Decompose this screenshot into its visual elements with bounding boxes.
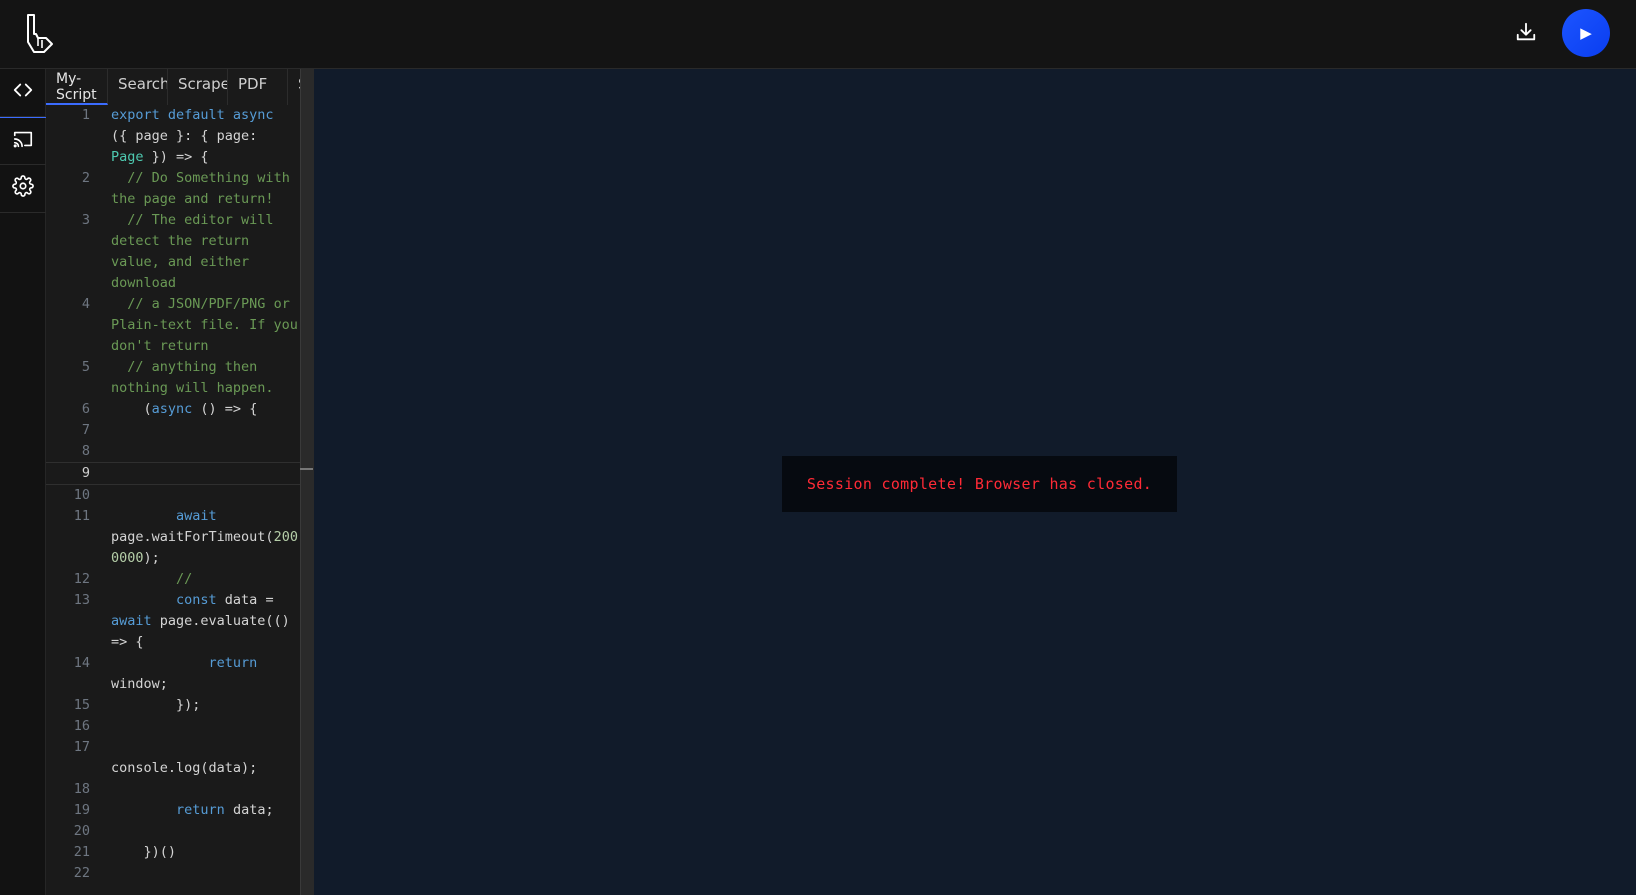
line-number: 20: [73, 823, 90, 839]
code-editor[interactable]: My-Script Search Scrape PDF Screenshot 1…: [46, 69, 300, 895]
download-button[interactable]: [1508, 16, 1544, 52]
line-text: });: [111, 697, 201, 713]
gear-icon: [12, 175, 34, 202]
code-line: 1 export default async ({ page }: { page…: [46, 105, 300, 168]
line-text: const data = await page.evaluate(() => {: [111, 592, 298, 650]
line-text: export default async ({ page }: { page: …: [111, 107, 274, 165]
line-text: (async () => {: [111, 401, 258, 417]
line-text: return data;: [111, 802, 274, 818]
code-lines[interactable]: 1 export default async ({ page }: { page…: [46, 105, 300, 884]
line-number: 6: [81, 401, 90, 417]
line-number: 22: [73, 865, 90, 881]
line-number: 15: [73, 697, 90, 713]
line-text: [90, 716, 300, 737]
line-text: await page.waitForTimeout(2000000);: [111, 508, 298, 566]
session-status-message: Session complete! Browser has closed.: [782, 456, 1177, 512]
code-line: 6 (async () => {: [46, 399, 300, 420]
code-line: 3 // The editor will detect the return v…: [46, 210, 300, 294]
code-line: 14 return window;: [46, 653, 300, 695]
code-line: 16: [46, 716, 300, 737]
line-text: [90, 779, 300, 800]
line-number: 10: [73, 487, 90, 503]
sidebar: [0, 69, 46, 895]
code-line: 21 })(): [46, 842, 300, 863]
line-text: [90, 420, 300, 441]
code-line: 11 await page.waitForTimeout(2000000);: [46, 506, 300, 569]
line-number: 4: [81, 296, 90, 312]
code-line: 8: [46, 441, 300, 462]
code-line: 13 const data = await page.evaluate(() =…: [46, 590, 300, 653]
line-text: console.log(data);: [111, 739, 258, 776]
script-tabs: My-Script Search Scrape PDF Screenshot: [46, 69, 300, 105]
line-text: [90, 821, 300, 842]
run-button[interactable]: ▶: [1562, 9, 1610, 57]
top-bar: ▶: [0, 0, 1636, 69]
tab-my-script[interactable]: My-Script: [46, 69, 108, 105]
tab-screenshot[interactable]: Screenshot: [288, 69, 300, 105]
tab-search[interactable]: Search: [108, 69, 168, 105]
code-line: 15 });: [46, 695, 300, 716]
line-number: 8: [81, 443, 90, 459]
line-text: return window;: [111, 655, 266, 692]
line-text: [90, 441, 300, 462]
code-line: 5 // anything then nothing will happen.: [46, 357, 300, 399]
line-text: // anything then nothing will happen.: [111, 359, 274, 396]
cast-icon: [12, 128, 34, 155]
code-line: 22: [46, 863, 300, 884]
browser-viewer[interactable]: Session complete! Browser has closed.: [314, 69, 1636, 895]
line-number: 2: [81, 170, 90, 186]
code-line: 10: [46, 485, 300, 506]
line-text: [90, 463, 300, 484]
code-line: 2 // Do Something with the page and retu…: [46, 168, 300, 210]
code-line: 17 console.log(data);: [46, 737, 300, 779]
code-line: 7: [46, 420, 300, 441]
line-text: // Do Something with the page and return…: [111, 170, 298, 207]
line-number: 18: [73, 781, 90, 797]
editor-scrollbar[interactable]: [300, 69, 314, 895]
sidebar-item-settings[interactable]: [0, 165, 46, 213]
line-number: 1: [81, 107, 90, 123]
code-line: 19 return data;: [46, 800, 300, 821]
line-text: // a JSON/PDF/PNG or Plain-text file. If…: [111, 296, 298, 354]
line-number: 13: [73, 592, 90, 608]
code-icon: [12, 79, 34, 106]
code-line: 18: [46, 779, 300, 800]
line-number: 14: [73, 655, 90, 671]
line-text: [90, 485, 300, 506]
line-number: 9: [81, 465, 90, 481]
line-number: 3: [81, 212, 90, 228]
line-text: })(): [111, 844, 177, 860]
line-text: // The editor will detect the return val…: [111, 212, 282, 291]
line-number: 16: [73, 718, 90, 734]
line-text: //: [111, 571, 193, 587]
sidebar-item-code[interactable]: [0, 69, 46, 117]
scrollbar-cursor-marker: [300, 468, 313, 470]
line-number: 5: [81, 359, 90, 375]
sidebar-item-cast[interactable]: [0, 117, 46, 165]
line-text: [90, 863, 300, 884]
tab-scrape[interactable]: Scrape: [168, 69, 228, 105]
line-number: 11: [73, 508, 90, 524]
play-icon: ▶: [1580, 25, 1592, 42]
line-number: 17: [73, 739, 90, 755]
pointer-hand-logo-icon: [22, 12, 56, 56]
code-line: 20: [46, 821, 300, 842]
code-line: 4 // a JSON/PDF/PNG or Plain-text file. …: [46, 294, 300, 357]
line-number: 21: [73, 844, 90, 860]
line-number: 19: [73, 802, 90, 818]
code-line: 12 //: [46, 569, 300, 590]
tab-pdf[interactable]: PDF: [228, 69, 288, 105]
line-number: 7: [81, 422, 90, 438]
code-line-current: 9: [46, 462, 300, 485]
line-number: 12: [73, 571, 90, 587]
download-icon: [1515, 21, 1537, 48]
